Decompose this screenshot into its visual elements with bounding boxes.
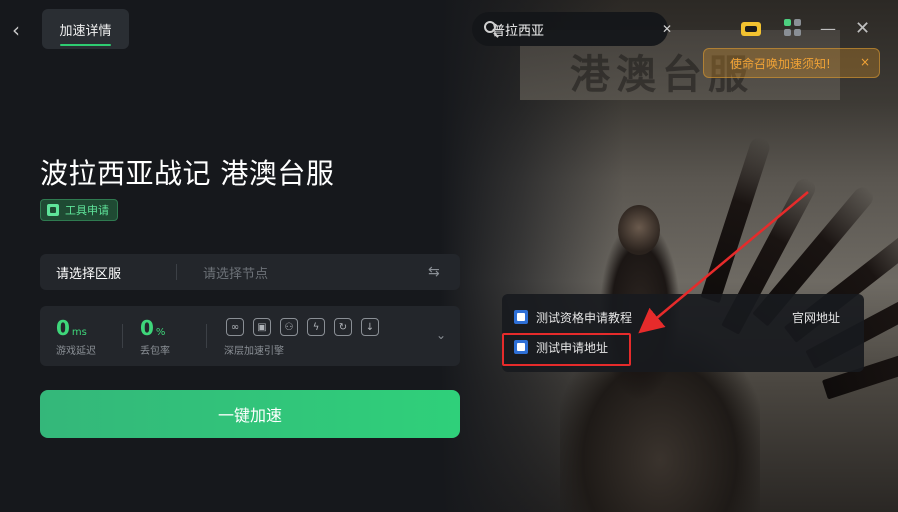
link-icon[interactable]: ∞ — [226, 318, 244, 336]
badge-label: 工具申请 — [65, 204, 109, 217]
image-icon[interactable]: ▣ — [253, 318, 271, 336]
latency-label: 游戏延迟 — [56, 346, 96, 357]
dropdown-item-test-tutorial[interactable]: 测试资格申请教程 — [514, 306, 632, 328]
accelerate-button[interactable]: 一键加速 — [40, 390, 460, 438]
search-input[interactable] — [492, 21, 662, 37]
share-icon[interactable]: ⚇ — [280, 318, 298, 336]
refresh-icon[interactable]: ↻ — [334, 318, 352, 336]
packet-loss-stat: 0% 丢包率 — [140, 316, 170, 357]
latency-unit: ms — [71, 327, 87, 338]
app-window: 港澳台服 ‹ 加速详情 ✕ — ✕ 使命召唤加速须知! × 波拉西亚战记 港澳台… — [0, 0, 898, 512]
annotation-highlight-box — [502, 333, 631, 366]
loss-value: 0 — [140, 316, 154, 340]
divider — [206, 324, 207, 348]
latency-value: 0 — [56, 316, 70, 340]
latency-stat: 0 ms 游戏延迟 — [56, 316, 96, 357]
stats-panel: 0 ms 游戏延迟 0% 丢包率 ∞ ▣ ⚇ ϟ ↻ ↓ 深层加速引擎 ⌄ — [40, 306, 460, 366]
notice-banner[interactable]: 使命召唤加速须知! × — [703, 48, 880, 78]
hero-figure-head — [618, 205, 660, 255]
game-title: 波拉西亚战记 港澳台服 — [40, 157, 335, 190]
minimize-button[interactable]: — — [820, 21, 836, 38]
swap-icon[interactable]: ⇆ — [428, 265, 444, 279]
window-close-button[interactable]: ✕ — [855, 20, 871, 38]
dropdown-item-label: 测试资格申请教程 — [536, 310, 633, 325]
region-label[interactable]: 请选择区服 — [56, 263, 176, 282]
notice-close-button[interactable]: × — [860, 55, 870, 69]
download-icon[interactable]: ↓ — [361, 318, 379, 336]
link-icon — [514, 310, 528, 324]
search-box[interactable]: ✕ — [472, 12, 672, 46]
loss-unit: % — [155, 327, 166, 338]
loss-label: 丢包率 — [140, 346, 170, 357]
crown-icon[interactable] — [740, 18, 762, 38]
bolt-icon[interactable]: ϟ — [307, 318, 325, 336]
divider — [176, 264, 177, 280]
official-site-link[interactable]: 官网地址 — [792, 309, 840, 326]
node-selector[interactable]: 请选择节点 — [203, 263, 428, 282]
divider — [122, 324, 123, 348]
clear-search-button[interactable]: ✕ — [662, 22, 672, 36]
notice-text: 使命召唤加速须知! — [730, 56, 831, 71]
engine-label: 深层加速引擎 — [224, 346, 284, 357]
back-button[interactable]: ‹ — [12, 18, 32, 42]
top-right-icons — [740, 18, 802, 38]
chevron-down-icon[interactable]: ⌄ — [436, 328, 446, 342]
engine-icons: ∞ ▣ ⚇ ϟ ↻ ↓ — [226, 318, 388, 336]
chevron-left-icon: ‹ — [12, 18, 20, 42]
tab-label: 加速详情 — [59, 23, 112, 39]
tool-apply-badge[interactable]: 工具申请 — [40, 199, 118, 221]
region-selector[interactable]: 请选择区服 请选择节点 ⇆ — [40, 254, 460, 290]
apps-grid-icon[interactable] — [784, 19, 802, 37]
cube-icon — [47, 204, 59, 216]
tab-acceleration-details[interactable]: 加速详情 — [42, 9, 129, 49]
